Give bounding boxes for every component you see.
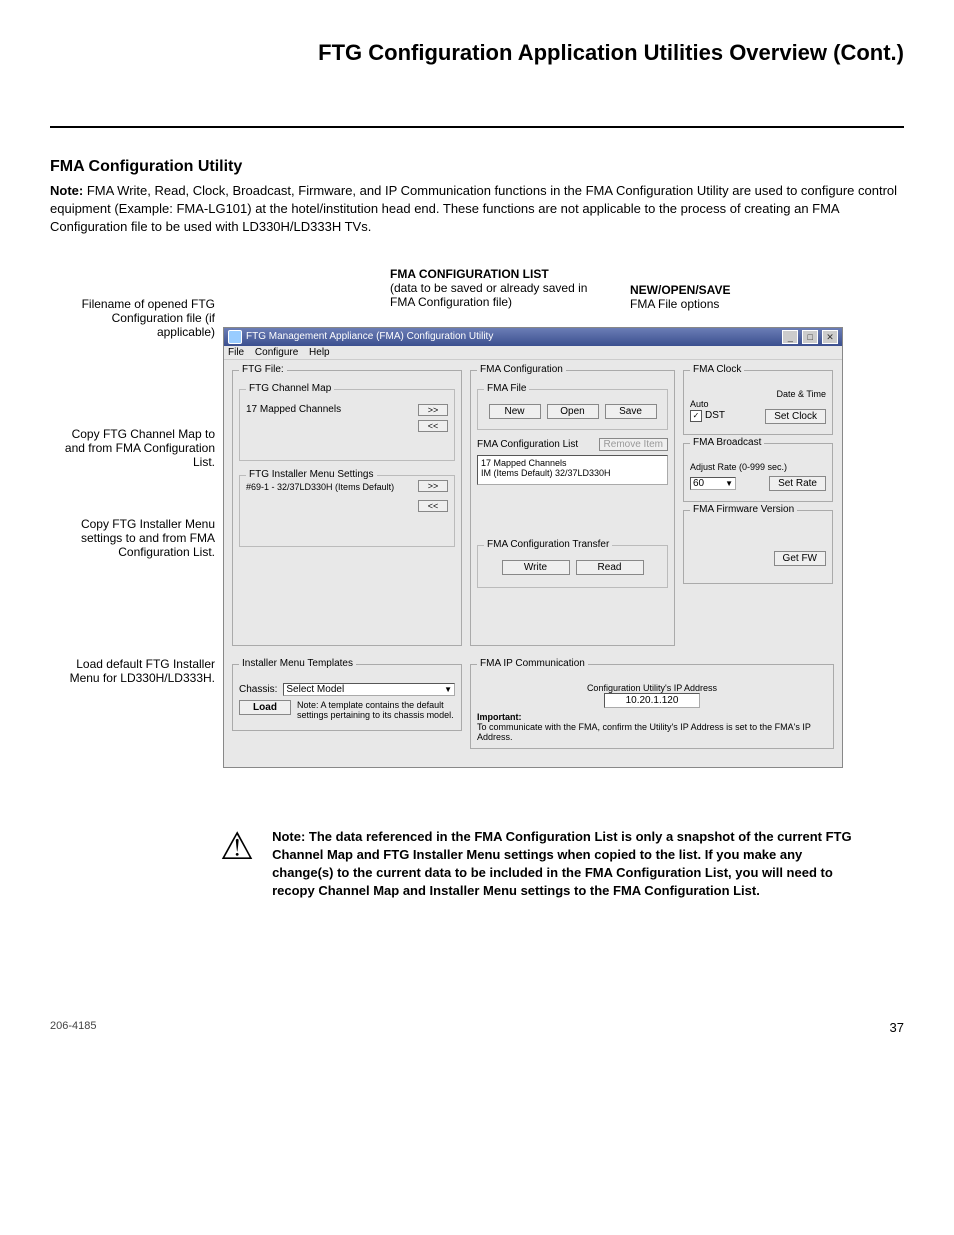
menu-configure[interactable]: Configure [255, 347, 298, 358]
rate-label: Adjust Rate (0-999 sec.) [690, 462, 826, 472]
copy-installer-right-button[interactable]: >> [418, 480, 448, 492]
page-number: 37 [890, 1020, 904, 1035]
templates-legend: Installer Menu Templates [239, 658, 356, 669]
save-button[interactable]: Save [605, 404, 657, 419]
copy-channel-left-button[interactable]: << [418, 420, 448, 432]
doc-number: 206-4185 [50, 1020, 97, 1035]
channel-map-legend: FTG Channel Map [246, 383, 334, 394]
dst-checkbox[interactable]: ✓ [690, 410, 702, 422]
window-title: FTG Management Appliance (FMA) Configura… [246, 331, 493, 342]
ip-addr-label: Configuration Utility's IP Address [477, 683, 827, 693]
write-button[interactable]: Write [502, 560, 570, 575]
callout-fma-list: FMA CONFIGURATION LIST (data to be saved… [390, 267, 610, 309]
clock-legend: FMA Clock [690, 364, 744, 375]
fma-config-legend: FMA Configuration [477, 364, 566, 375]
chassis-select[interactable]: Select Model ▼ [283, 683, 455, 696]
ftg-file-legend: FTG File: [239, 364, 287, 375]
intro-note: Note: FMA Write, Read, Clock, Broadcast,… [50, 182, 904, 237]
chassis-label: Chassis: [239, 684, 277, 695]
set-rate-button[interactable]: Set Rate [769, 476, 826, 491]
close-button[interactable]: ✕ [822, 330, 838, 344]
config-list-label: FMA Configuration List [477, 439, 578, 450]
important-label: Important: [477, 712, 522, 722]
divider [50, 126, 904, 128]
date-time-label: Date & Time [690, 389, 826, 399]
menu-file[interactable]: File [228, 347, 244, 358]
rate-value: 60 [693, 478, 704, 489]
important-body: To communicate with the FMA, confirm the… [477, 722, 811, 742]
remove-item-button[interactable]: Remove Item [599, 438, 668, 451]
open-button[interactable]: Open [547, 404, 599, 419]
config-listbox[interactable]: 17 Mapped Channels IM (Items Default) 32… [477, 455, 668, 485]
callout-copy-channel-map: Copy FTG Channel Map to and from FMA Con… [55, 427, 215, 469]
broadcast-legend: FMA Broadcast [690, 437, 764, 448]
load-button[interactable]: Load [239, 700, 291, 715]
list-item: IM (Items Default) 32/37LD330H [481, 468, 664, 478]
section-title: FMA Configuration Utility [50, 158, 904, 176]
template-note: Note: A template contains the default se… [297, 700, 455, 720]
note-body: FMA Write, Read, Clock, Broadcast, Firmw… [50, 183, 897, 234]
mapped-channels-label: 17 Mapped Channels [246, 404, 341, 415]
chevron-down-icon: ▼ [444, 685, 452, 694]
callout-copy-installer: Copy FTG Installer Menu settings to and … [55, 517, 215, 559]
app-icon [228, 330, 242, 344]
firmware-legend: FMA Firmware Version [690, 504, 797, 515]
read-button[interactable]: Read [576, 560, 644, 575]
callout-load-default: Load default FTG Installer Menu for LD33… [55, 657, 215, 685]
titlebar: FTG Management Appliance (FMA) Configura… [224, 328, 842, 346]
app-window: FTG Management Appliance (FMA) Configura… [223, 327, 843, 768]
menubar: File Configure Help [224, 346, 842, 360]
warning-icon: ⚠ [220, 828, 254, 901]
callout-new-open-save: NEW/OPEN/SAVE FMA File options [630, 283, 810, 311]
transfer-legend: FMA Configuration Transfer [484, 539, 612, 550]
maximize-button[interactable]: □ [802, 330, 818, 344]
get-fw-button[interactable]: Get FW [774, 551, 826, 566]
callout-new-title: NEW/OPEN/SAVE [630, 283, 810, 297]
ip-address-input[interactable]: 10.20.1.120 [604, 693, 700, 708]
callout-filename: Filename of opened FTG Configuration fil… [55, 297, 215, 339]
minimize-button[interactable]: _ [782, 330, 798, 344]
warning-text: Note: The data referenced in the FMA Con… [272, 828, 860, 901]
callout-fma-list-title: FMA CONFIGURATION LIST [390, 267, 610, 281]
installer-settings-legend: FTG Installer Menu Settings [246, 469, 377, 480]
ip-legend: FMA IP Communication [477, 658, 588, 669]
callout-new-body: FMA File options [630, 297, 810, 311]
list-item: 17 Mapped Channels [481, 458, 664, 468]
note-label: Note: [50, 183, 83, 198]
new-button[interactable]: New [489, 404, 541, 419]
copy-installer-left-button[interactable]: << [418, 500, 448, 512]
callout-fma-list-body: (data to be saved or already saved in FM… [390, 281, 610, 309]
set-clock-button[interactable]: Set Clock [765, 409, 826, 424]
fma-file-legend: FMA File [484, 383, 529, 394]
page-title: FTG Configuration Application Utilities … [50, 40, 904, 66]
chassis-value: Select Model [286, 684, 344, 695]
copy-channel-right-button[interactable]: >> [418, 404, 448, 416]
chevron-down-icon: ▼ [725, 479, 733, 488]
dst-label: DST [705, 410, 725, 421]
auto-label: Auto [690, 399, 826, 409]
menu-help[interactable]: Help [309, 347, 330, 358]
rate-select[interactable]: 60 ▼ [690, 477, 736, 490]
